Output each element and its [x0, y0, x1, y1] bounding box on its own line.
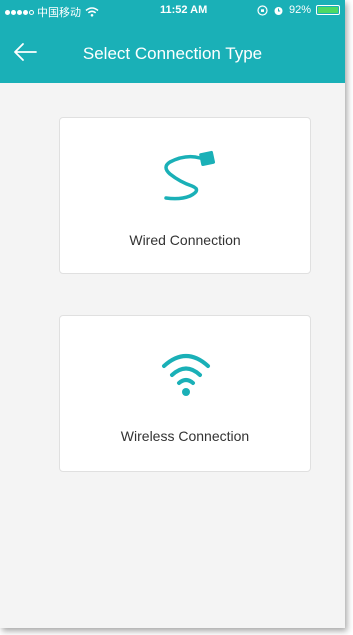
status-right: 92%	[257, 4, 340, 16]
orientation-lock-icon	[257, 4, 268, 16]
option-label: Wired Connection	[129, 232, 241, 248]
status-time: 11:52 AM	[160, 4, 208, 16]
battery-percent: 92%	[288, 4, 311, 16]
option-label: Wireless Connection	[120, 428, 250, 444]
nav-header: Select Connection Type	[0, 22, 345, 83]
battery-icon	[316, 5, 340, 15]
battery-level	[318, 7, 339, 13]
carrier-name: 中国移动	[37, 7, 81, 19]
wifi-status-icon	[85, 7, 99, 17]
ethernet-cable-icon	[164, 150, 216, 201]
app-screen: 中国移动 11:52 AM 92% Select Connection Type…	[0, 0, 345, 628]
status-bar: 中国移动 11:52 AM 92%	[0, 0, 345, 22]
wired-connection-card[interactable]: Wired Connection	[59, 117, 311, 274]
page-title: Select Connection Type	[82, 44, 263, 63]
signal-strength-icon	[5, 9, 34, 15]
alarm-icon	[274, 6, 283, 15]
status-left: 中国移动	[5, 4, 99, 20]
wifi-icon	[162, 354, 210, 396]
wireless-connection-card[interactable]: Wireless Connection	[59, 315, 311, 472]
